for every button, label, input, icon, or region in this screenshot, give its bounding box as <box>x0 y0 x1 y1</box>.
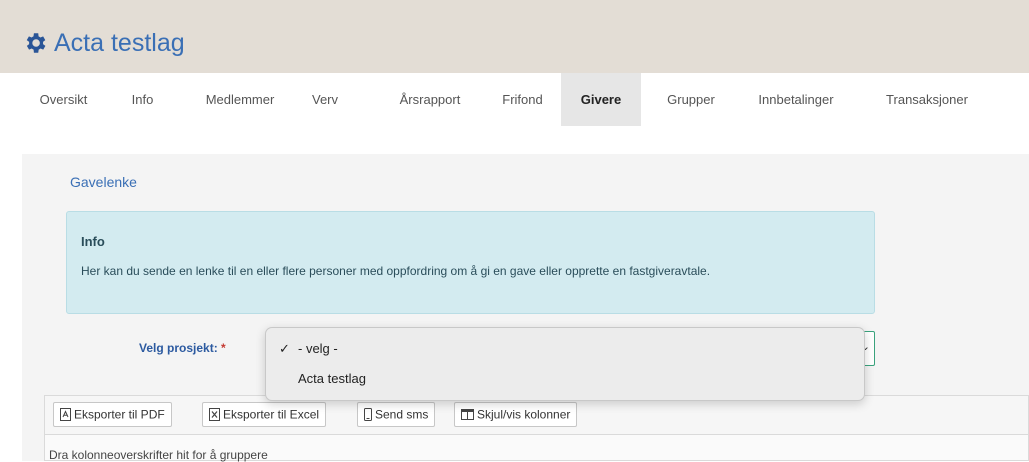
tab-medlemmer[interactable]: Medlemmer <box>190 73 290 126</box>
group-drop-area[interactable]: Dra kolonneoverskrifter hit for å gruppe… <box>44 435 1029 462</box>
send-sms-button[interactable]: Send sms <box>357 402 436 427</box>
gear-icon[interactable] <box>22 30 48 56</box>
info-text: Her kan du sende en lenke til en eller f… <box>81 264 711 278</box>
info-title: Info <box>81 234 105 249</box>
pdf-file-icon <box>60 408 71 422</box>
tab-grupper[interactable]: Grupper <box>652 73 730 126</box>
columns-icon <box>461 409 474 421</box>
tab-transaksjoner[interactable]: Transaksjoner <box>866 73 988 126</box>
group-hint-text: Dra kolonneoverskrifter hit for å gruppe… <box>49 448 268 462</box>
excel-file-icon <box>209 408 220 422</box>
export-pdf-button[interactable]: Eksporter til PDF <box>53 402 172 427</box>
send-sms-label: Send sms <box>375 407 429 422</box>
project-label: Velg prosjekt: * <box>139 341 226 355</box>
project-label-text: Velg prosjekt: <box>139 341 218 355</box>
tab-oversikt[interactable]: Oversikt <box>30 73 97 126</box>
export-excel-label: Eksporter til Excel <box>223 407 320 422</box>
toggle-columns-button[interactable]: Skjul/vis kolonner <box>454 402 578 427</box>
tab-givere[interactable]: Givere <box>561 73 641 126</box>
project-dropdown-menu: ✓ - velg - Acta testlag <box>265 327 865 401</box>
tab-frifond[interactable]: Frifond <box>490 73 555 126</box>
app-header: Acta testlag <box>0 0 1029 73</box>
mobile-phone-icon <box>364 408 372 422</box>
tab-arsrapport[interactable]: Årsrapport <box>375 73 485 126</box>
required-marker: * <box>221 341 226 355</box>
tab-info[interactable]: Info <box>120 73 165 126</box>
page-title: Acta testlag <box>54 29 185 57</box>
dropdown-option-velg[interactable]: ✓ - velg - <box>266 337 864 361</box>
option-label: - velg - <box>298 341 338 356</box>
option-label: Acta testlag <box>298 371 366 386</box>
section-title: Gavelenke <box>70 174 137 190</box>
tab-bar: Oversikt Info Medlemmer Verv Årsrapport … <box>0 73 1029 126</box>
export-pdf-label: Eksporter til PDF <box>74 407 165 422</box>
toggle-columns-label: Skjul/vis kolonner <box>477 407 571 422</box>
export-excel-button[interactable]: Eksporter til Excel <box>202 402 327 427</box>
checkmark-icon: ✓ <box>279 341 290 356</box>
dropdown-option-acta-testlag[interactable]: Acta testlag <box>266 367 864 391</box>
tab-innbetalinger[interactable]: Innbetalinger <box>738 73 854 126</box>
grid-toolbar: Eksporter til PDF Eksporter til Excel Se… <box>44 395 1029 435</box>
tab-verv[interactable]: Verv <box>300 73 350 126</box>
info-box: Info Her kan du sende en lenke til en el… <box>66 211 875 314</box>
